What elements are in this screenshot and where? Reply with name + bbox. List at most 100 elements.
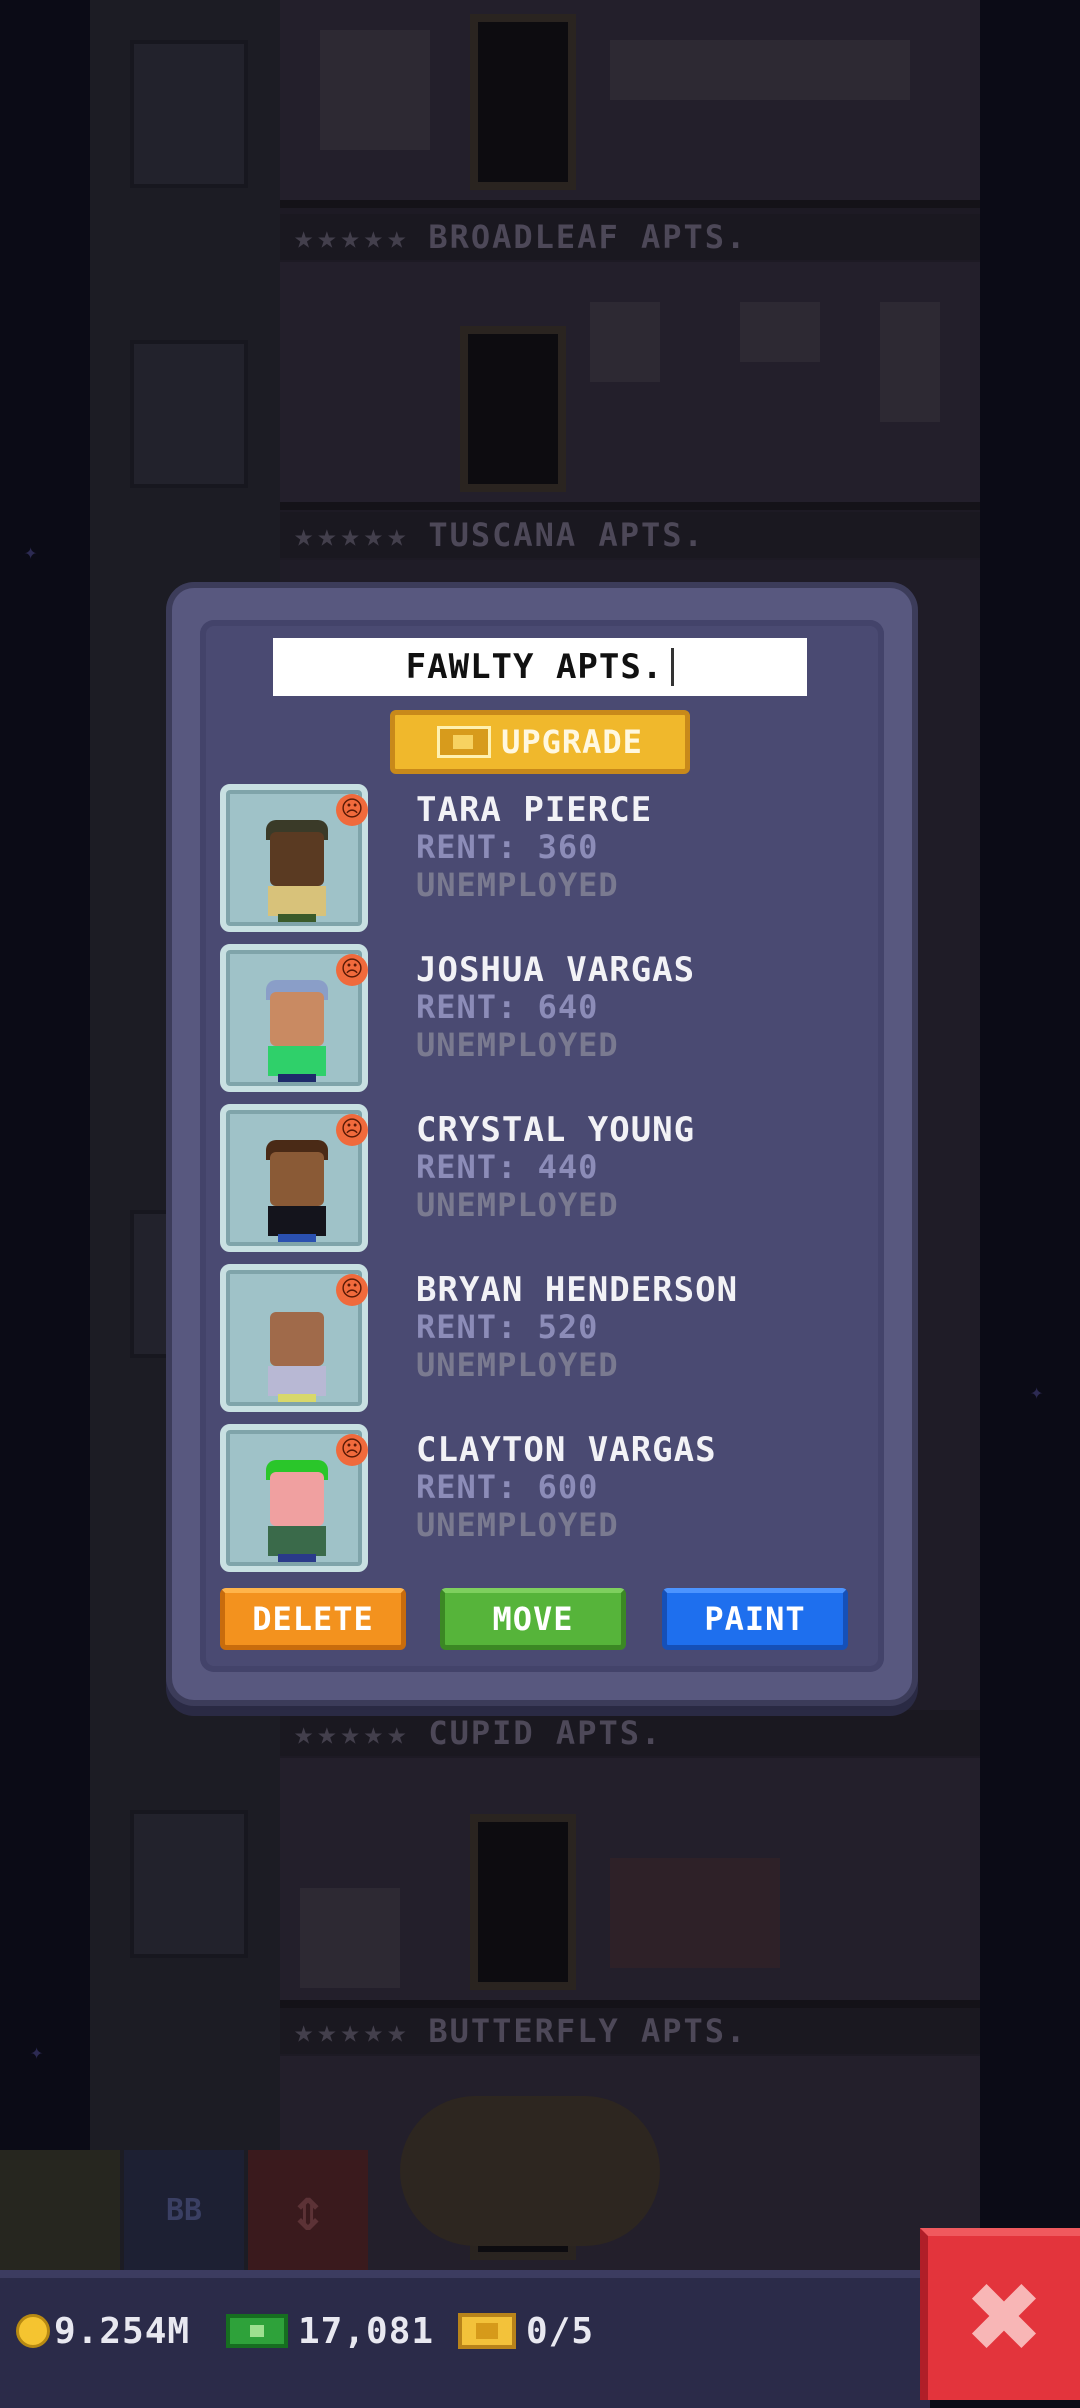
sad-face-icon: ☹ — [336, 1274, 368, 1306]
coins-value: 9.254M — [54, 2310, 191, 2352]
sad-face-icon: ☹ — [336, 954, 368, 986]
tenant-rent: RENT: 440 — [416, 1148, 599, 1186]
tenant-rent: RENT: 640 — [416, 988, 599, 1026]
elevator-window — [130, 1810, 248, 1958]
upgrade-button[interactable]: UPGRADE — [390, 710, 690, 774]
star-decoration: ✦ — [1030, 1380, 1044, 1405]
tenant-name: BRYAN HENDERSON — [416, 1270, 739, 1310]
floor-decoration — [740, 302, 820, 362]
floor-room[interactable] — [280, 262, 980, 510]
elevator-arrows-icon: ⇕ — [289, 2175, 327, 2245]
floor-name: BROADLEAF APTS. — [428, 218, 748, 256]
status-bar: 9.254M 17,081 0/5 — [0, 2270, 930, 2408]
bux-counter[interactable]: 17,081 — [226, 2306, 434, 2356]
tower-bux-icon — [226, 2314, 288, 2348]
head — [270, 1152, 324, 1206]
tenant-name: CRYSTAL YOUNG — [416, 1110, 696, 1150]
delete-button[interactable]: DELETE — [220, 1588, 406, 1650]
upgrade-label: UPGRADE — [501, 723, 643, 761]
elevator-window — [130, 40, 248, 188]
floor-decoration — [320, 30, 430, 150]
tenant-job: UNEMPLOYED — [416, 1506, 619, 1544]
tenant-portrait[interactable]: ☹ — [220, 1104, 368, 1252]
floor-decoration — [610, 1858, 780, 1968]
floor-label: ★★★★★ BROADLEAF APTS. — [280, 214, 980, 260]
head — [270, 1472, 324, 1526]
body — [268, 1366, 326, 1396]
bitbook-button-label: BB — [165, 2192, 203, 2228]
body — [268, 1526, 326, 1556]
tenant-job: UNEMPLOYED — [416, 1346, 619, 1384]
bux-value: 17,081 — [298, 2310, 435, 2352]
coins-counter[interactable]: 9.254M — [16, 2306, 190, 2356]
floor-door — [470, 1814, 576, 1990]
sad-face-icon: ☹ — [336, 1434, 368, 1466]
tenant-portrait[interactable]: ☹ — [220, 784, 368, 932]
floor-decoration — [880, 302, 940, 422]
tenant-portrait[interactable]: ☹ — [220, 1424, 368, 1572]
tickets-counter[interactable]: 0/5 — [458, 2306, 594, 2356]
tenant-job: UNEMPLOYED — [416, 1186, 619, 1224]
floor-stars: ★★★★★ — [294, 218, 411, 256]
build-menu-button[interactable] — [0, 2150, 120, 2270]
tenant-avatar — [260, 974, 334, 1084]
tenant-portrait[interactable]: ☹ — [220, 944, 368, 1092]
body — [268, 886, 326, 916]
close-button[interactable]: ✖ — [920, 2228, 1080, 2400]
tenant-avatar — [260, 814, 334, 924]
floor-label: ★★★★★ BUTTERFLY APTS. — [280, 2008, 980, 2054]
tenant-name: JOSHUA VARGAS — [416, 950, 696, 990]
paint-button[interactable]: PAINT — [662, 1588, 848, 1650]
floor-decoration — [400, 2096, 660, 2246]
floor-name-value: FAWLTY APTS. — [405, 647, 664, 687]
star-decoration: ✦ — [24, 540, 38, 565]
paint-label: PAINT — [704, 1600, 806, 1638]
floor-door — [470, 14, 576, 190]
head — [270, 992, 324, 1046]
floor-room[interactable] — [280, 2056, 980, 2278]
legs — [278, 1234, 316, 1242]
tenant-rent: RENT: 600 — [416, 1468, 599, 1506]
star-decoration: ✦ — [30, 2040, 44, 2065]
floor-door — [460, 326, 566, 492]
floor-name: BUTTERFLY APTS. — [428, 2012, 748, 2050]
tenant-portrait[interactable]: ☹ — [220, 1264, 368, 1412]
ticket-icon — [437, 726, 492, 758]
head — [270, 1312, 324, 1366]
elevator-window — [130, 340, 248, 488]
tenant-job: UNEMPLOYED — [416, 866, 619, 904]
golden-ticket-icon — [458, 2313, 516, 2349]
body — [268, 1046, 326, 1076]
bitbook-button[interactable]: BB — [124, 2150, 244, 2270]
tenant-avatar — [260, 1454, 334, 1564]
tickets-value: 0/5 — [526, 2310, 595, 2352]
floor-name-input[interactable]: FAWLTY APTS. — [273, 638, 807, 696]
floor-room[interactable] — [280, 1758, 980, 2008]
floor-name: TUSCANA APTS. — [428, 516, 705, 554]
tenant-avatar — [260, 1294, 334, 1404]
move-label: MOVE — [492, 1600, 574, 1638]
tenant-row[interactable]: ☹ TARA PIERCE RENT: 360 UNEMPLOYED — [220, 784, 840, 934]
tenant-rent: RENT: 360 — [416, 828, 599, 866]
tenant-job: UNEMPLOYED — [416, 1026, 619, 1064]
coin-icon — [16, 2314, 50, 2348]
tenant-row[interactable]: ☹ BRYAN HENDERSON RENT: 520 UNEMPLOYED — [220, 1264, 840, 1414]
text-caret — [671, 648, 675, 686]
tenant-row[interactable]: ☹ JOSHUA VARGAS RENT: 640 UNEMPLOYED — [220, 944, 840, 1094]
floor-stars: ★★★★★ — [294, 516, 411, 554]
floor-room[interactable] — [280, 0, 980, 208]
tenant-name: CLAYTON VARGAS — [416, 1430, 717, 1470]
legs — [278, 1394, 316, 1402]
floor-decoration — [590, 302, 660, 382]
floor-decoration — [300, 1888, 400, 1988]
tenant-row[interactable]: ☹ CRYSTAL YOUNG RENT: 440 UNEMPLOYED — [220, 1104, 840, 1254]
tenant-row[interactable]: ☹ CLAYTON VARGAS RENT: 600 UNEMPLOYED — [220, 1424, 840, 1574]
floor-stars: ★★★★★ — [294, 1714, 411, 1752]
elevator-button[interactable]: ⇕ — [248, 2150, 368, 2270]
floor-label: ★★★★★ CUPID APTS. — [280, 1710, 980, 1756]
body — [268, 1206, 326, 1236]
delete-label: DELETE — [252, 1600, 374, 1638]
head — [270, 832, 324, 886]
floor-name: CUPID APTS. — [428, 1714, 663, 1752]
move-button[interactable]: MOVE — [440, 1588, 626, 1650]
